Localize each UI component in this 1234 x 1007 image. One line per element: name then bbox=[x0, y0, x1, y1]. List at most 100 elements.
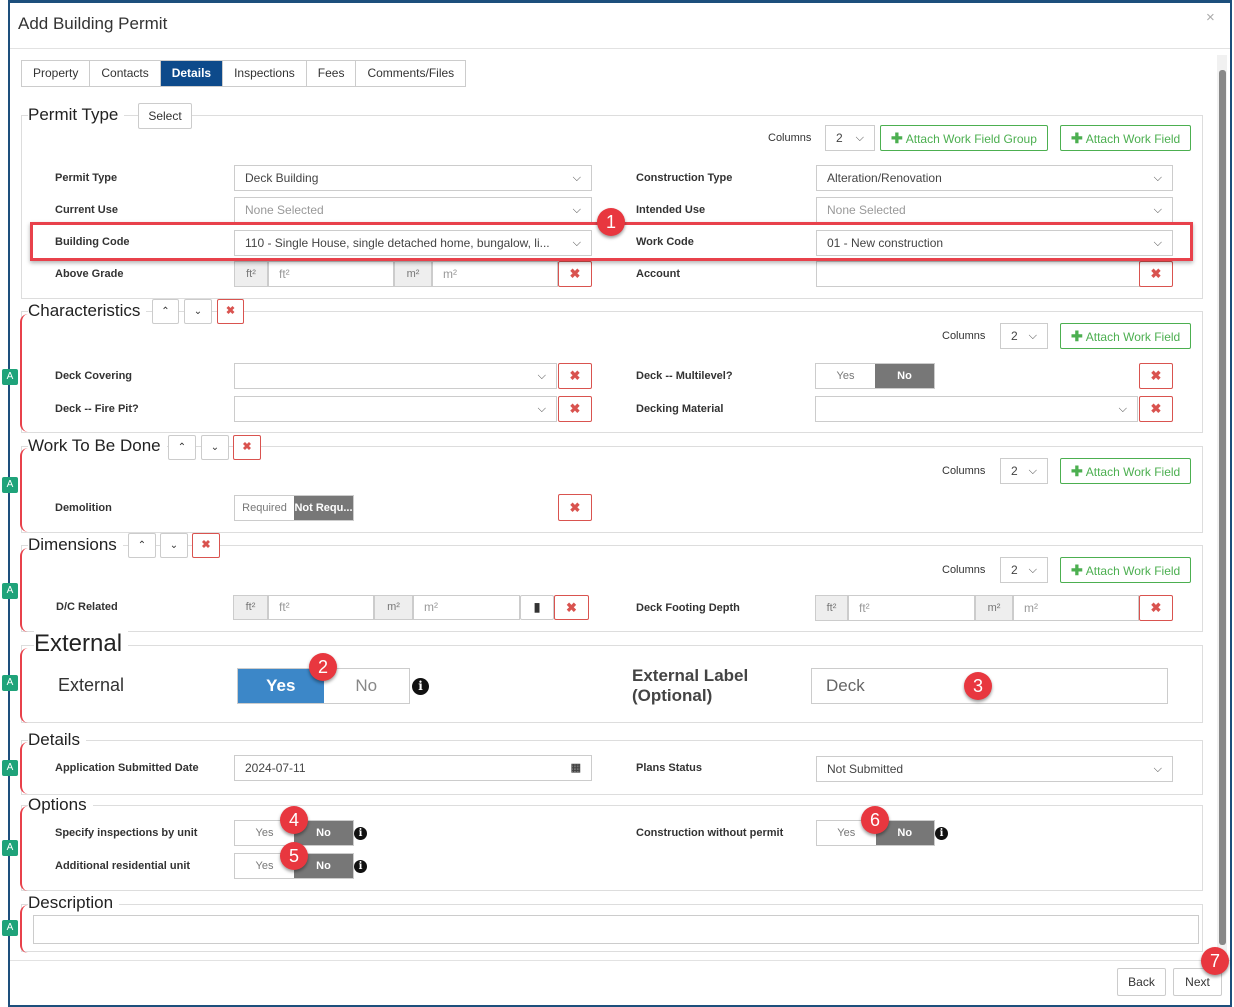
intended-use-select[interactable]: None Selected ⌵ bbox=[816, 197, 1173, 223]
remove-field-button[interactable]: ✖ bbox=[558, 494, 592, 521]
move-down-button[interactable]: ⌄ bbox=[184, 299, 212, 324]
columns-select[interactable]: 2 ⌵ bbox=[1000, 557, 1048, 583]
move-down-button[interactable]: ⌄ bbox=[160, 533, 188, 558]
remove-field-button[interactable]: ✖ bbox=[554, 595, 589, 620]
move-down-button[interactable]: ⌄ bbox=[201, 435, 229, 460]
remove-field-button[interactable]: ✖ bbox=[1139, 396, 1173, 422]
date-input[interactable]: 2024-07-11 ▦ bbox=[234, 755, 592, 781]
tab-contacts[interactable]: Contacts bbox=[90, 61, 161, 86]
remove-field-button[interactable]: ✖ bbox=[1139, 595, 1173, 621]
field-label: Additional residential unit bbox=[55, 860, 191, 872]
no-option[interactable]: No bbox=[324, 669, 410, 703]
chevron-down-icon: ⌵ bbox=[1153, 763, 1162, 775]
deck-covering-select[interactable]: ⌵ bbox=[234, 363, 557, 389]
calculator-icon[interactable]: ▮ bbox=[520, 595, 554, 620]
close-icon[interactable]: × bbox=[1206, 9, 1215, 26]
footing-m2-input[interactable]: m² bbox=[1013, 595, 1139, 621]
chevron-down-icon: ⌵ bbox=[1118, 403, 1127, 415]
footing-ft2-input[interactable]: ft² bbox=[848, 595, 975, 621]
remove-field-button[interactable]: ✖ bbox=[1139, 261, 1173, 287]
remove-field-button[interactable]: ✖ bbox=[1139, 363, 1173, 389]
yes-option[interactable]: Yes bbox=[816, 364, 875, 388]
field-label: Deck Covering bbox=[55, 370, 133, 382]
attach-work-field-button[interactable]: ✚ Attach Work Field bbox=[1060, 557, 1192, 583]
decking-material-select[interactable]: ⌵ bbox=[815, 396, 1138, 422]
back-button[interactable]: Back bbox=[1117, 968, 1166, 996]
scrollbar-thumb[interactable] bbox=[1219, 70, 1226, 945]
chevron-down-icon: ⌵ bbox=[1028, 564, 1037, 576]
attach-work-field-button[interactable]: ✚ Attach Work Field bbox=[1060, 125, 1192, 151]
section-title: Characteristics bbox=[28, 301, 147, 321]
attach-work-field-group-button[interactable]: ✚ Attach Work Field Group bbox=[880, 125, 1048, 151]
m2-addon: m² bbox=[975, 595, 1013, 621]
dc-m2-input[interactable]: m² bbox=[413, 595, 520, 620]
attach-work-field-button[interactable]: ✚ Attach Work Field bbox=[1060, 458, 1192, 484]
description-textarea[interactable] bbox=[33, 915, 1199, 944]
chevron-down-icon: ⌵ bbox=[1153, 172, 1162, 184]
move-up-button[interactable]: ⌃ bbox=[168, 435, 196, 460]
plus-icon: ✚ bbox=[1071, 562, 1083, 578]
tab-details[interactable]: Details bbox=[160, 61, 224, 86]
field-label: Account bbox=[636, 268, 680, 280]
field-label: Decking Material bbox=[636, 403, 724, 415]
callout-badge: 4 bbox=[280, 806, 308, 834]
section-title: Dimensions bbox=[28, 535, 123, 555]
current-use-select[interactable]: None Selected ⌵ bbox=[234, 197, 592, 223]
account-input[interactable] bbox=[816, 261, 1140, 287]
tab-inspections[interactable]: Inspections bbox=[223, 61, 307, 86]
info-icon[interactable]: i bbox=[354, 827, 367, 840]
chevron-down-icon: ⌵ bbox=[537, 370, 546, 382]
not-required-option[interactable]: Not Requ... bbox=[294, 496, 353, 520]
callout-badge: 7 bbox=[1201, 947, 1229, 975]
move-up-button[interactable]: ⌃ bbox=[128, 533, 156, 558]
field-label: Specify inspections by unit bbox=[55, 827, 198, 839]
remove-section-button[interactable]: ✖ bbox=[233, 435, 261, 460]
field-label: Current Use bbox=[55, 204, 118, 216]
columns-select[interactable]: 2 ⌵ bbox=[1000, 458, 1048, 484]
tab-bar: Property Contacts Details Inspections Fe… bbox=[21, 60, 467, 87]
callout-badge: 1 bbox=[597, 208, 625, 236]
section-title: Description bbox=[28, 893, 120, 913]
field-label: Deck -- Multilevel? bbox=[636, 370, 733, 382]
dc-ft2-input[interactable]: ft² bbox=[268, 595, 374, 620]
info-icon[interactable]: i bbox=[354, 860, 367, 873]
remove-field-button[interactable]: ✖ bbox=[558, 396, 592, 422]
remove-field-button[interactable]: ✖ bbox=[558, 363, 592, 389]
section-title: Options bbox=[28, 795, 93, 815]
calendar-icon[interactable]: ▦ bbox=[571, 756, 581, 780]
remove-section-button[interactable]: ✖ bbox=[217, 299, 244, 324]
a-marker: A bbox=[2, 760, 18, 776]
above-grade-ft2-input[interactable]: ft² bbox=[268, 261, 394, 287]
tab-fees[interactable]: Fees bbox=[307, 61, 357, 86]
columns-label: Columns bbox=[768, 132, 812, 144]
move-up-button[interactable]: ⌃ bbox=[152, 299, 179, 324]
construction-type-select[interactable]: Alteration/Renovation ⌵ bbox=[816, 165, 1173, 191]
multilevel-toggle[interactable]: Yes No bbox=[815, 363, 935, 389]
plans-status-select[interactable]: Not Submitted ⌵ bbox=[816, 756, 1173, 782]
demolition-toggle[interactable]: Required Not Requ... bbox=[234, 495, 354, 521]
columns-select[interactable]: 2 ⌵ bbox=[825, 125, 875, 151]
section-bracket bbox=[20, 314, 30, 432]
info-icon[interactable]: i bbox=[935, 827, 948, 840]
required-option[interactable]: Required bbox=[235, 496, 294, 520]
fire-pit-select[interactable]: ⌵ bbox=[234, 396, 557, 422]
section-bracket bbox=[20, 806, 30, 891]
info-icon[interactable]: i bbox=[412, 678, 429, 695]
columns-select[interactable]: 2 ⌵ bbox=[1000, 323, 1048, 349]
attach-work-field-button[interactable]: ✚ Attach Work Field bbox=[1060, 323, 1192, 349]
select-permit-type-button[interactable]: Select bbox=[138, 103, 192, 129]
a-marker: A bbox=[2, 675, 18, 691]
above-grade-m2-input[interactable]: m² bbox=[432, 261, 558, 287]
tab-comments-files[interactable]: Comments/Files bbox=[356, 61, 465, 86]
columns-label: Columns bbox=[942, 465, 986, 477]
section-bracket bbox=[20, 548, 30, 632]
section-title: Work To Be Done bbox=[28, 436, 167, 456]
tab-property[interactable]: Property bbox=[22, 61, 91, 86]
section-bracket bbox=[20, 905, 30, 953]
permit-type-select[interactable]: Deck Building ⌵ bbox=[234, 165, 592, 191]
remove-field-button[interactable]: ✖ bbox=[558, 261, 592, 287]
no-option[interactable]: No bbox=[875, 364, 934, 388]
field-label: Demolition bbox=[55, 502, 112, 514]
field-label: Application Submitted Date bbox=[55, 762, 199, 774]
remove-section-button[interactable]: ✖ bbox=[192, 533, 220, 558]
